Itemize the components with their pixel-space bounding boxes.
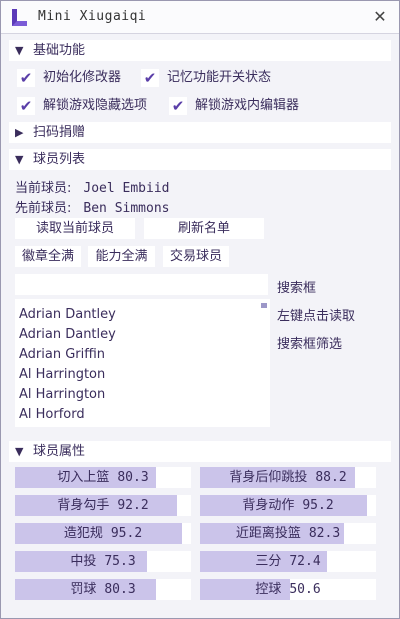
checkbox-unlock-hidden[interactable]: ✔ 解锁游戏隐藏选项: [17, 95, 147, 117]
logo-icon: [12, 9, 27, 26]
section-title-players: 球员列表: [33, 152, 86, 167]
attribute-value: 75.3: [104, 554, 136, 569]
attribute-text: 中投 75.3: [15, 551, 191, 572]
list-scrollbar[interactable]: [261, 303, 267, 308]
attribute-slider[interactable]: 背身勾手 92.2: [15, 495, 191, 516]
attribute-text: 造犯规 95.2: [15, 523, 191, 544]
attribute-slider[interactable]: 控球 50.6: [200, 579, 376, 600]
attribute-value: 50.6: [289, 582, 321, 597]
list-item[interactable]: Al Harrington: [15, 365, 270, 385]
abilities-full-button[interactable]: 能力全满: [88, 246, 155, 267]
attribute-value: 82.3: [308, 526, 341, 541]
section-title-attributes: 球员属性: [33, 444, 86, 459]
attribute-name: 三分: [255, 554, 282, 569]
current-player-info: 当前球员: Joel Embiid: [15, 177, 169, 196]
list-item[interactable]: Adrian Dantley: [15, 325, 270, 345]
attribute-text: 罚球 80.3: [15, 579, 191, 600]
first-player-value: Ben Simmons: [83, 201, 170, 216]
attribute-name: 切入上篮: [57, 470, 110, 485]
checkbox-label: 初始化修改器: [43, 70, 122, 85]
attribute-name: 造犯规: [63, 526, 103, 541]
attribute-value: 92.2: [117, 498, 149, 513]
triangle-down-icon: ▼: [15, 153, 24, 166]
attribute-name: 罚球: [70, 582, 97, 597]
first-player-label: 先前球员:: [15, 201, 72, 216]
section-title-basic: 基础功能: [33, 43, 86, 58]
checkbox-label: 解锁游戏隐藏选项: [43, 98, 148, 113]
current-player-label: 当前球员:: [15, 181, 72, 196]
attribute-value: 88.2: [315, 470, 347, 485]
list-item[interactable]: Al Harrington: [15, 385, 270, 405]
attribute-value: 95.2: [110, 526, 143, 541]
checkbox-memory[interactable]: ✔ 记忆功能开关状态: [141, 67, 271, 89]
list-item[interactable]: Adrian Dantley: [15, 305, 270, 325]
refresh-list-button[interactable]: 刷新名单: [144, 218, 264, 239]
attribute-name: 背身勾手: [57, 498, 110, 513]
list-item[interactable]: Adrian Griffin: [15, 345, 270, 365]
attribute-text: 切入上篮 80.3: [15, 467, 191, 488]
current-player-value: Joel Embiid: [83, 181, 170, 196]
triangle-right-icon: ▶: [15, 126, 24, 139]
triangle-down-icon: ▼: [15, 445, 24, 458]
search-input[interactable]: [15, 274, 268, 295]
check-icon: ✔: [169, 97, 187, 115]
check-icon: ✔: [141, 69, 159, 87]
attribute-text: 背身动作 95.2: [200, 495, 376, 516]
window-bottom: [1, 601, 399, 618]
checkbox-unlock-editor[interactable]: ✔ 解锁游戏内编辑器: [169, 95, 299, 117]
list-item[interactable]: Al Horford: [15, 405, 270, 425]
read-current-button[interactable]: 读取当前球员: [15, 218, 135, 239]
search-label: 搜索框: [277, 281, 317, 296]
checkbox-label: 记忆功能开关状态: [167, 70, 272, 85]
attribute-slider[interactable]: 背身动作 95.2: [200, 495, 376, 516]
trade-player-button[interactable]: 交易球员: [163, 246, 229, 267]
attribute-name: 控球: [255, 582, 282, 597]
checkbox-label: 解锁游戏内编辑器: [195, 98, 300, 113]
hint-search-filter: 搜索框筛选: [277, 337, 343, 352]
attribute-slider[interactable]: 背身后仰跳投 88.2: [200, 467, 376, 488]
first-player-info: 先前球员: Ben Simmons: [15, 197, 169, 216]
attribute-name: 中投: [70, 554, 97, 569]
attribute-slider[interactable]: 切入上篮 80.3: [15, 467, 191, 488]
hint-click-read: 左键点击读取: [277, 309, 356, 324]
app-window: Mini Xiugaiqi ✕ ▼ 基础功能 ✔ 初始化修改器 ✔ 记忆功能开关…: [0, 0, 400, 619]
attribute-name: 近距离投篮: [235, 526, 301, 541]
attribute-slider[interactable]: 造犯规 95.2: [15, 523, 191, 544]
attribute-slider[interactable]: 近距离投篮 82.3: [200, 523, 376, 544]
attribute-slider[interactable]: 三分 72.4: [200, 551, 376, 572]
checkbox-init[interactable]: ✔ 初始化修改器: [17, 67, 121, 89]
attribute-value: 72.4: [289, 554, 321, 569]
close-button[interactable]: ✕: [369, 6, 391, 28]
attribute-text: 近距离投篮 82.3: [200, 523, 376, 544]
section-title-scan: 扫码捐赠: [33, 125, 86, 140]
player-list[interactable]: Adrian Dantley Adrian Dantley Adrian Gri…: [15, 299, 270, 427]
attribute-slider[interactable]: 中投 75.3: [15, 551, 191, 572]
title-bar[interactable]: Mini Xiugaiqi ✕: [1, 1, 399, 34]
section-header-scan[interactable]: ▶ 扫码捐赠: [9, 122, 391, 143]
attribute-value: 95.2: [302, 498, 334, 513]
attribute-text: 背身后仰跳投 88.2: [200, 467, 376, 488]
attribute-text: 三分 72.4: [200, 551, 376, 572]
attribute-value: 80.3: [117, 470, 149, 485]
attribute-text: 背身勾手 92.2: [15, 495, 191, 516]
window-title: Mini Xiugaiqi: [38, 9, 147, 24]
attribute-name: 背身后仰跳投: [229, 470, 308, 485]
section-header-players[interactable]: ▼ 球员列表: [9, 149, 391, 170]
section-header-basic[interactable]: ▼ 基础功能: [9, 40, 391, 61]
badges-full-button[interactable]: 徽章全满: [15, 246, 81, 267]
attribute-slider[interactable]: 罚球 80.3: [15, 579, 191, 600]
attribute-name: 背身动作: [242, 498, 295, 513]
attribute-text: 控球 50.6: [200, 579, 376, 600]
attribute-value: 80.3: [104, 582, 136, 597]
section-header-attributes[interactable]: ▼ 球员属性: [9, 441, 391, 462]
triangle-down-icon: ▼: [15, 44, 24, 57]
check-icon: ✔: [17, 69, 35, 87]
check-icon: ✔: [17, 97, 35, 115]
